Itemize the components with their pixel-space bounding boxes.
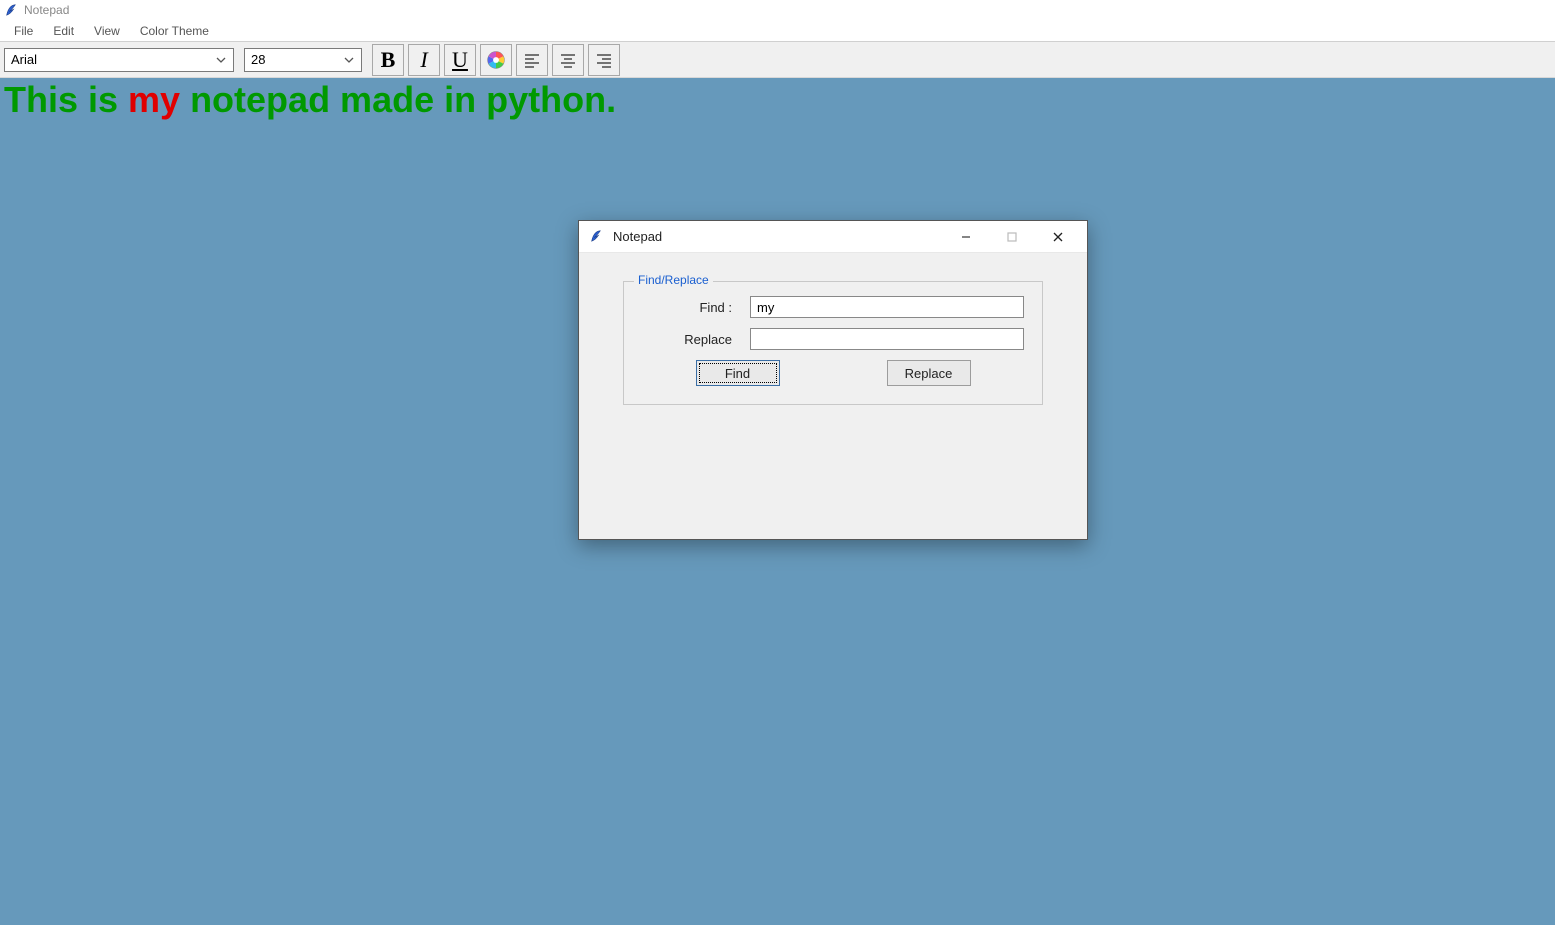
find-replace-group-label: Find/Replace: [634, 273, 713, 287]
align-center-button[interactable]: [552, 44, 584, 76]
dialog-minimize-button[interactable]: [943, 222, 989, 252]
dialog-close-button[interactable]: [1035, 222, 1081, 252]
menu-file[interactable]: File: [4, 22, 43, 40]
dialog-button-row: Find Replace: [642, 360, 1024, 386]
chevron-down-icon: [213, 55, 229, 65]
replace-input[interactable]: [750, 328, 1024, 350]
menu-edit[interactable]: Edit: [43, 22, 84, 40]
main-window-title: Notepad: [24, 3, 69, 17]
editor-text-before: This is: [4, 79, 128, 120]
font-family-combobox[interactable]: Arial: [4, 48, 234, 72]
minimize-icon: [960, 231, 972, 243]
underline-icon: U: [452, 47, 468, 73]
editor-text-after: notepad made in python.: [180, 79, 616, 120]
align-right-button[interactable]: [588, 44, 620, 76]
main-window-titlebar: Notepad: [0, 0, 1555, 20]
find-input[interactable]: [750, 296, 1024, 318]
italic-button[interactable]: I: [408, 44, 440, 76]
align-right-icon: [594, 50, 614, 70]
editor-text-found-match: my: [128, 79, 180, 120]
replace-row: Replace: [642, 328, 1024, 350]
tkinter-feather-icon: [589, 229, 605, 245]
find-replace-group: Find/Replace Find : Replace Find Replace: [623, 281, 1043, 405]
font-family-value: Arial: [11, 52, 37, 67]
align-center-icon: [558, 50, 578, 70]
menu-view[interactable]: View: [84, 22, 130, 40]
color-wheel-icon: [485, 49, 507, 71]
chevron-down-icon: [341, 55, 357, 65]
font-size-combobox[interactable]: 28: [244, 48, 362, 72]
align-left-icon: [522, 50, 542, 70]
bold-button[interactable]: B: [372, 44, 404, 76]
find-label: Find :: [642, 300, 732, 315]
dialog-maximize-button[interactable]: [989, 222, 1035, 252]
font-color-button[interactable]: [480, 44, 512, 76]
italic-icon: I: [420, 47, 427, 73]
maximize-icon: [1006, 231, 1018, 243]
format-toolbar: Arial 28 B I U: [0, 42, 1555, 78]
bold-icon: B: [381, 47, 396, 73]
replace-button[interactable]: Replace: [887, 360, 971, 386]
font-size-value: 28: [251, 52, 265, 67]
tkinter-feather-icon: [4, 3, 18, 17]
close-icon: [1052, 231, 1064, 243]
underline-button[interactable]: U: [444, 44, 476, 76]
align-left-button[interactable]: [516, 44, 548, 76]
find-replace-dialog: Notepad Find/Replace Find : Replace Find…: [578, 220, 1088, 540]
toolbar-style-group: B I U: [372, 44, 620, 76]
menu-color-theme[interactable]: Color Theme: [130, 22, 219, 40]
replace-label: Replace: [642, 332, 732, 347]
dialog-body: Find/Replace Find : Replace Find Replace: [579, 253, 1087, 539]
find-row: Find :: [642, 296, 1024, 318]
find-button[interactable]: Find: [696, 360, 780, 386]
dialog-titlebar[interactable]: Notepad: [579, 221, 1087, 253]
menu-bar: File Edit View Color Theme: [0, 20, 1555, 42]
dialog-title: Notepad: [613, 229, 943, 244]
